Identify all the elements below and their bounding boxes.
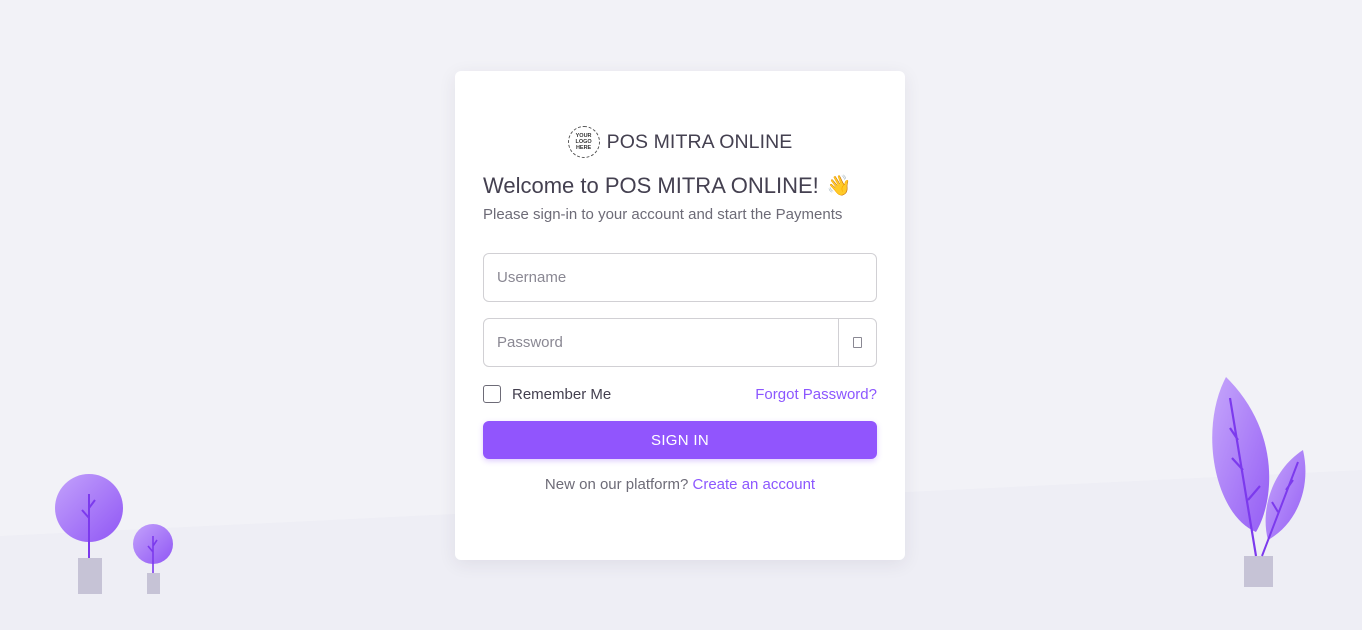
logo-placeholder-text: YOUR LOGO HERE bbox=[575, 133, 592, 151]
welcome-subtitle: Please sign-in to your account and start… bbox=[483, 206, 843, 223]
signup-prompt: New on our platform? Create an account bbox=[483, 476, 877, 493]
username-input[interactable] bbox=[484, 254, 876, 301]
signup-prompt-text: New on our platform? bbox=[544, 476, 689, 493]
remember-me-label: Remember Me bbox=[512, 385, 612, 403]
welcome-heading: Welcome to POS MITRA ONLINE! 👋 bbox=[483, 170, 877, 202]
create-account-link[interactable]: Create an account bbox=[693, 476, 816, 493]
password-field bbox=[483, 318, 877, 367]
eye-icon bbox=[853, 337, 862, 348]
waving-hand-icon: 👋 bbox=[826, 175, 852, 197]
brand-name: POS MITRA ONLINE bbox=[606, 130, 793, 153]
username-field bbox=[483, 253, 877, 302]
password-visibility-toggle[interactable] bbox=[838, 319, 876, 366]
login-page: YOUR LOGO HERE POS MITRA ONLINE Welcome … bbox=[0, 0, 1362, 630]
login-card: YOUR LOGO HERE POS MITRA ONLINE Welcome … bbox=[455, 71, 905, 560]
login-options: Remember Me Forgot Password? bbox=[483, 384, 877, 404]
logo: YOUR LOGO HERE bbox=[567, 126, 600, 158]
remember-me[interactable]: Remember Me bbox=[483, 385, 611, 403]
password-input[interactable] bbox=[484, 319, 838, 366]
brand-header: YOUR LOGO HERE POS MITRA ONLINE bbox=[483, 126, 877, 158]
forgot-password-link[interactable]: Forgot Password? bbox=[755, 386, 877, 403]
welcome-title: Welcome to POS MITRA ONLINE! bbox=[483, 173, 819, 198]
sign-in-button[interactable]: SIGN IN bbox=[483, 421, 877, 459]
remember-me-checkbox[interactable] bbox=[483, 385, 501, 403]
